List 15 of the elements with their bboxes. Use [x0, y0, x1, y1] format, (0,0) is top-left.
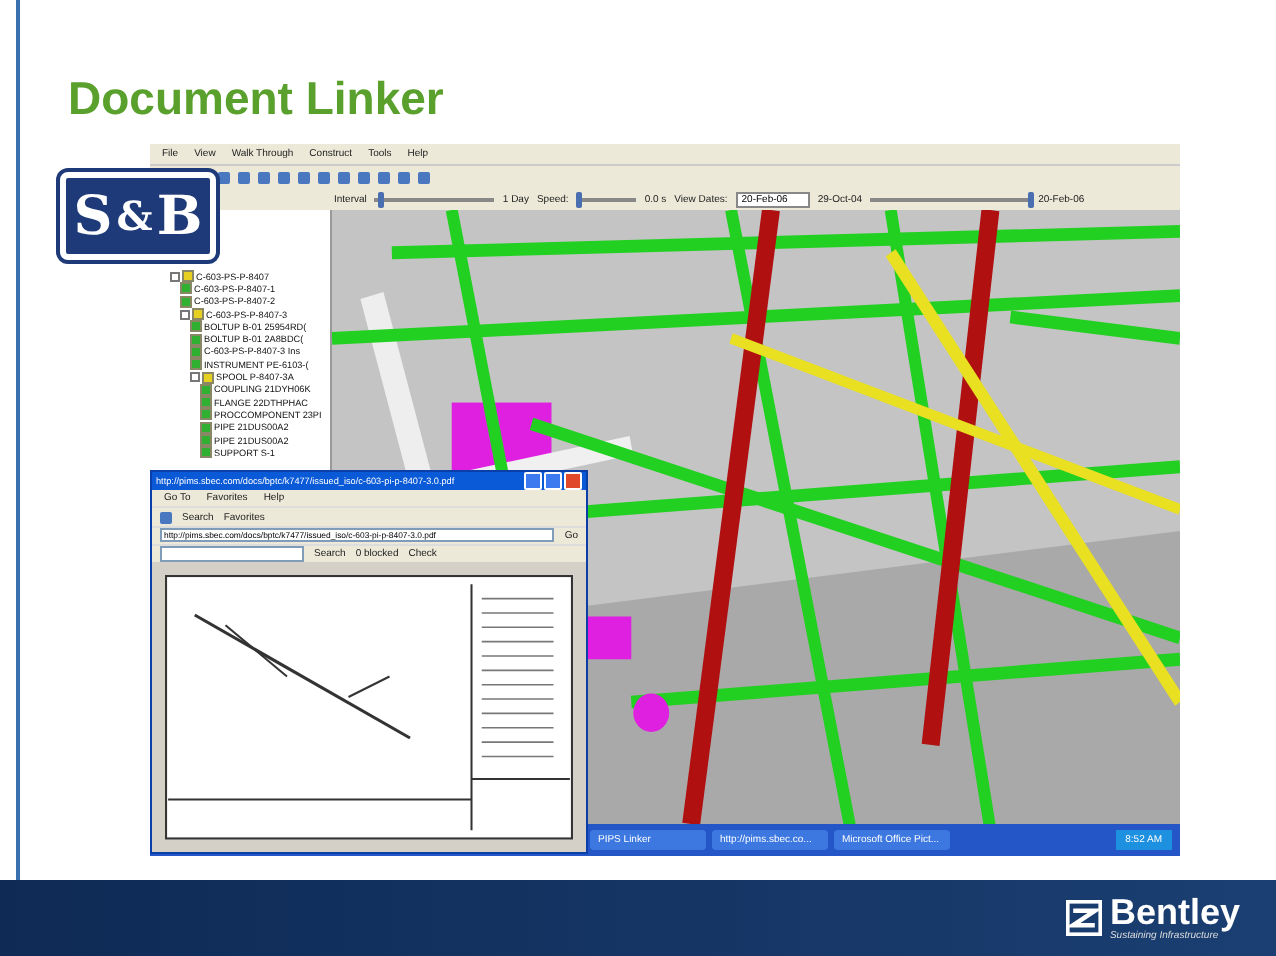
back-icon[interactable] — [160, 511, 172, 524]
slide-title: Document Linker — [68, 72, 444, 126]
expander-icon[interactable] — [170, 271, 180, 282]
expander-icon[interactable] — [190, 372, 200, 383]
search-field[interactable] — [160, 545, 304, 562]
brand-name: Bentley — [1109, 894, 1240, 930]
bentley-logo-icon — [1065, 900, 1102, 936]
maximize-button[interactable] — [544, 472, 562, 490]
minimize-button[interactable] — [524, 472, 542, 490]
slider-thumb[interactable] — [1027, 192, 1034, 208]
company-logo: S&B — [60, 172, 216, 260]
close-button[interactable] — [564, 472, 582, 490]
expander-icon[interactable] — [180, 309, 190, 320]
slider-thumb[interactable] — [377, 192, 384, 208]
slider-thumb[interactable] — [576, 192, 583, 208]
